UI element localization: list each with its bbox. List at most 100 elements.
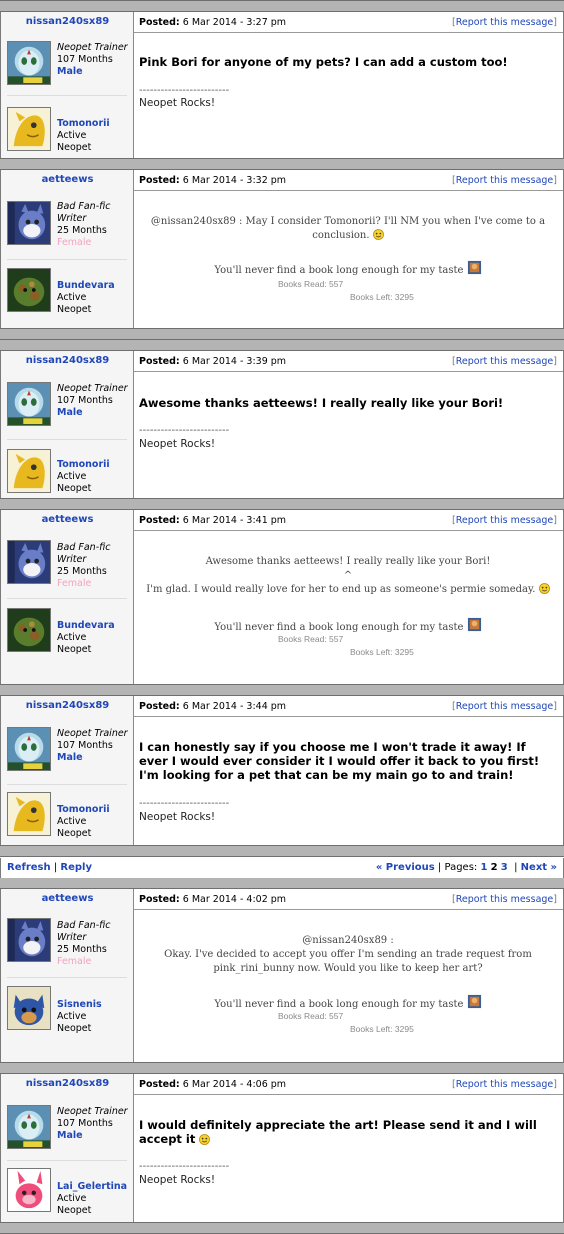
post-message: Awesome thanks aetteews! I really really… [139, 555, 557, 597]
signature-divider: ------------------------- [139, 1161, 230, 1172]
signature: Neopet Rocks! [139, 1174, 216, 1186]
report-link[interactable]: [Report this message] [452, 515, 557, 526]
pet-avatar-icon[interactable] [7, 449, 51, 493]
row-separator [0, 1222, 564, 1234]
forum-post: nissan240sx89 Neopet Trainer 107 Months … [0, 696, 564, 845]
report-link[interactable]: [Report this message] [452, 17, 557, 28]
forum-post: aetteews Bad Fan-fic Writer 25 Months Fe… [0, 889, 564, 1062]
pet-avatar-icon[interactable] [7, 1168, 51, 1212]
post-date: Posted: 6 Mar 2014 - 3:44 pm [139, 701, 287, 712]
nav-right: « Previous | Pages: 1 2 3 | Next » [375, 862, 557, 873]
row-separator [0, 845, 564, 857]
author-info: Neopet Trainer 107 Months Male [57, 42, 128, 77]
smiley-icon [199, 1134, 210, 1145]
post-main: Posted: 6 Mar 2014 - 3:39 pm [Report thi… [134, 351, 563, 498]
pet-avatar-icon[interactable] [7, 986, 51, 1030]
signature-divider: ------------------------- [139, 425, 230, 436]
report-link[interactable]: [Report this message] [452, 701, 557, 712]
forum-post: nissan240sx89 Neopet Trainer 107 Months … [0, 351, 564, 498]
post-date: Posted: 6 Mar 2014 - 4:06 pm [139, 1079, 287, 1090]
report-link[interactable]: [Report this message] [452, 1079, 557, 1090]
post-date: Posted: 6 Mar 2014 - 4:02 pm [139, 894, 287, 905]
post-main: Posted: 6 Mar 2014 - 3:44 pm [Report thi… [134, 696, 563, 845]
author-info: Bad Fan-fic Writer 25 Months Female [57, 201, 111, 248]
divider [7, 1160, 127, 1161]
pagination-bar: Refresh | Reply « Previous | Pages: 1 2 … [0, 858, 564, 878]
post-main: Posted: 6 Mar 2014 - 3:32 pm [Report thi… [134, 170, 563, 328]
pet-avatar-icon[interactable] [7, 792, 51, 836]
pet-avatar-icon[interactable] [7, 268, 51, 312]
author-username[interactable]: nissan240sx89 [1, 16, 134, 27]
author-username[interactable]: aetteews [1, 893, 134, 904]
divider [7, 598, 127, 599]
author-info: Bad Fan-fic Writer 25 Months Female [57, 542, 111, 589]
reply-link[interactable]: Reply [60, 862, 92, 873]
post-header: Posted: 6 Mar 2014 - 4:06 pm [Report thi… [134, 1074, 563, 1095]
books-read: Books Read: 557 [278, 634, 344, 644]
book-icon [467, 260, 482, 275]
refresh-link[interactable]: Refresh [7, 862, 51, 873]
books-left: Books Left: 3295 [350, 647, 414, 657]
post-main: Posted: 6 Mar 2014 - 3:41 pm [Report thi… [134, 510, 563, 684]
post-message: Pink Bori for anyone of my pets? I can a… [139, 55, 508, 69]
author-sidebar: nissan240sx89 Neopet Trainer 107 Months … [1, 696, 134, 845]
pet-info: Tomonorii Active Neopet [57, 459, 110, 494]
post-date: Posted: 6 Mar 2014 - 3:32 pm [139, 175, 287, 186]
alien-avatar-icon [7, 727, 51, 771]
author-sidebar: aetteews Bad Fan-fic Writer 25 Months Fe… [1, 889, 134, 1062]
report-link[interactable]: [Report this message] [452, 894, 557, 905]
page-1-link[interactable]: 1 [480, 862, 487, 873]
row-separator [0, 0, 564, 12]
korbat-avatar-icon [7, 540, 51, 584]
author-info: Neopet Trainer 107 Months Male [57, 1106, 128, 1141]
previous-link[interactable]: « Previous [376, 862, 435, 873]
signature: You'll never find a book long enough for… [139, 617, 557, 635]
author-username[interactable]: aetteews [1, 174, 134, 185]
post-header: Posted: 6 Mar 2014 - 3:41 pm [Report thi… [134, 510, 563, 531]
post-header: Posted: 6 Mar 2014 - 3:32 pm [Report thi… [134, 170, 563, 191]
book-icon [467, 617, 482, 632]
signature-divider: ------------------------- [139, 85, 230, 96]
book-icon [467, 994, 482, 1009]
divider [7, 784, 127, 785]
alien-avatar-icon [7, 41, 51, 85]
pages-label: Pages: [444, 862, 478, 873]
row-separator [0, 498, 564, 510]
post-main: Posted: 6 Mar 2014 - 4:06 pm [Report thi… [134, 1074, 563, 1222]
divider [7, 95, 127, 96]
author-username[interactable]: nissan240sx89 [1, 1078, 134, 1089]
books-left: Books Left: 3295 [350, 1024, 414, 1034]
author-username[interactable]: aetteews [1, 514, 134, 525]
alien-avatar-icon [7, 1105, 51, 1149]
divider [7, 977, 127, 978]
author-username[interactable]: nissan240sx89 [1, 355, 134, 366]
pet-info: Bundevara Active Neopet [57, 620, 115, 655]
report-link[interactable]: [Report this message] [452, 356, 557, 367]
post-message: Awesome thanks aetteews! I really really… [139, 396, 504, 410]
author-username[interactable]: nissan240sx89 [1, 700, 134, 711]
author-sidebar: nissan240sx89 Neopet Trainer 107 Months … [1, 351, 134, 498]
pet-info: Bundevara Active Neopet [57, 280, 115, 315]
signature: You'll never find a book long enough for… [139, 994, 557, 1012]
signature: Neopet Rocks! [139, 97, 216, 109]
author-sidebar: aetteews Bad Fan-fic Writer 25 Months Fe… [1, 510, 134, 684]
row-separator [0, 684, 564, 696]
nav-left: Refresh | Reply [7, 862, 92, 873]
post-header: Posted: 6 Mar 2014 - 3:39 pm [Report thi… [134, 351, 563, 372]
next-link[interactable]: Next » [521, 862, 557, 873]
divider [7, 439, 127, 440]
forum-post: aetteews Bad Fan-fic Writer 25 Months Fe… [0, 170, 564, 328]
row-separator [0, 158, 564, 170]
report-link[interactable]: [Report this message] [452, 175, 557, 186]
post-message: I can honestly say if you choose me I wo… [139, 740, 540, 782]
author-info: Bad Fan-fic Writer 25 Months Female [57, 920, 111, 967]
korbat-avatar-icon [7, 201, 51, 245]
pet-avatar-icon[interactable] [7, 107, 51, 151]
row-separator [0, 877, 564, 889]
page-3-link[interactable]: 3 [501, 862, 508, 873]
divider [7, 259, 127, 260]
smiley-icon [539, 583, 550, 594]
pet-avatar-icon[interactable] [7, 608, 51, 652]
books-read: Books Read: 557 [278, 279, 344, 289]
page-2-current: 2 [490, 862, 498, 873]
